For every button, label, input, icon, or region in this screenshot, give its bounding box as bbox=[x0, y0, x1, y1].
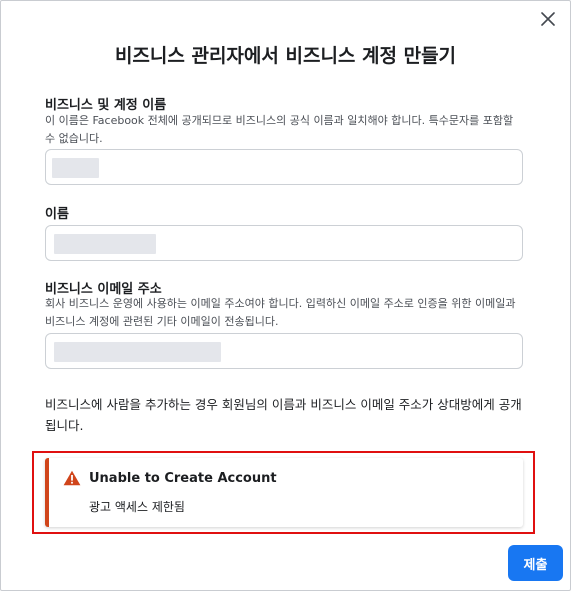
alert-title: Unable to Create Account bbox=[89, 471, 277, 486]
privacy-notice: 비즈니스에 사람을 추가하는 경우 회원님의 이름과 비즈니스 이메일 주소가 … bbox=[45, 397, 522, 433]
name-input[interactable] bbox=[45, 225, 523, 261]
submit-button[interactable]: 제출 bbox=[508, 545, 563, 581]
business-email-help: 회사 비즈니스 운영에 사용하는 이메일 주소여야 합니다. 입력하신 이메일 … bbox=[45, 297, 516, 328]
warning-icon bbox=[63, 470, 81, 486]
alert-message: 광고 액세스 제한됨 bbox=[89, 500, 185, 514]
business-name-help: 이 이름은 Facebook 전체에 공개되므로 비즈니스의 공식 이름과 일치… bbox=[45, 114, 514, 145]
close-icon bbox=[541, 12, 555, 26]
name-label: 이름 bbox=[45, 207, 69, 222]
business-name-label: 비즈니스 및 계정 이름 bbox=[45, 98, 167, 113]
redacted-value bbox=[54, 342, 221, 362]
error-alert: Unable to Create Account 광고 액세스 제한됨 bbox=[45, 458, 523, 527]
business-email-input[interactable] bbox=[45, 333, 523, 369]
dialog-title: 비즈니스 관리자에서 비즈니스 계정 만들기 bbox=[114, 45, 457, 67]
close-button[interactable] bbox=[538, 9, 558, 29]
redacted-value bbox=[52, 158, 99, 178]
redacted-value bbox=[54, 234, 156, 254]
business-name-input[interactable] bbox=[45, 149, 523, 185]
create-business-account-dialog: 비즈니스 관리자에서 비즈니스 계정 만들기 비즈니스 및 계정 이름 이 이름… bbox=[0, 0, 571, 591]
